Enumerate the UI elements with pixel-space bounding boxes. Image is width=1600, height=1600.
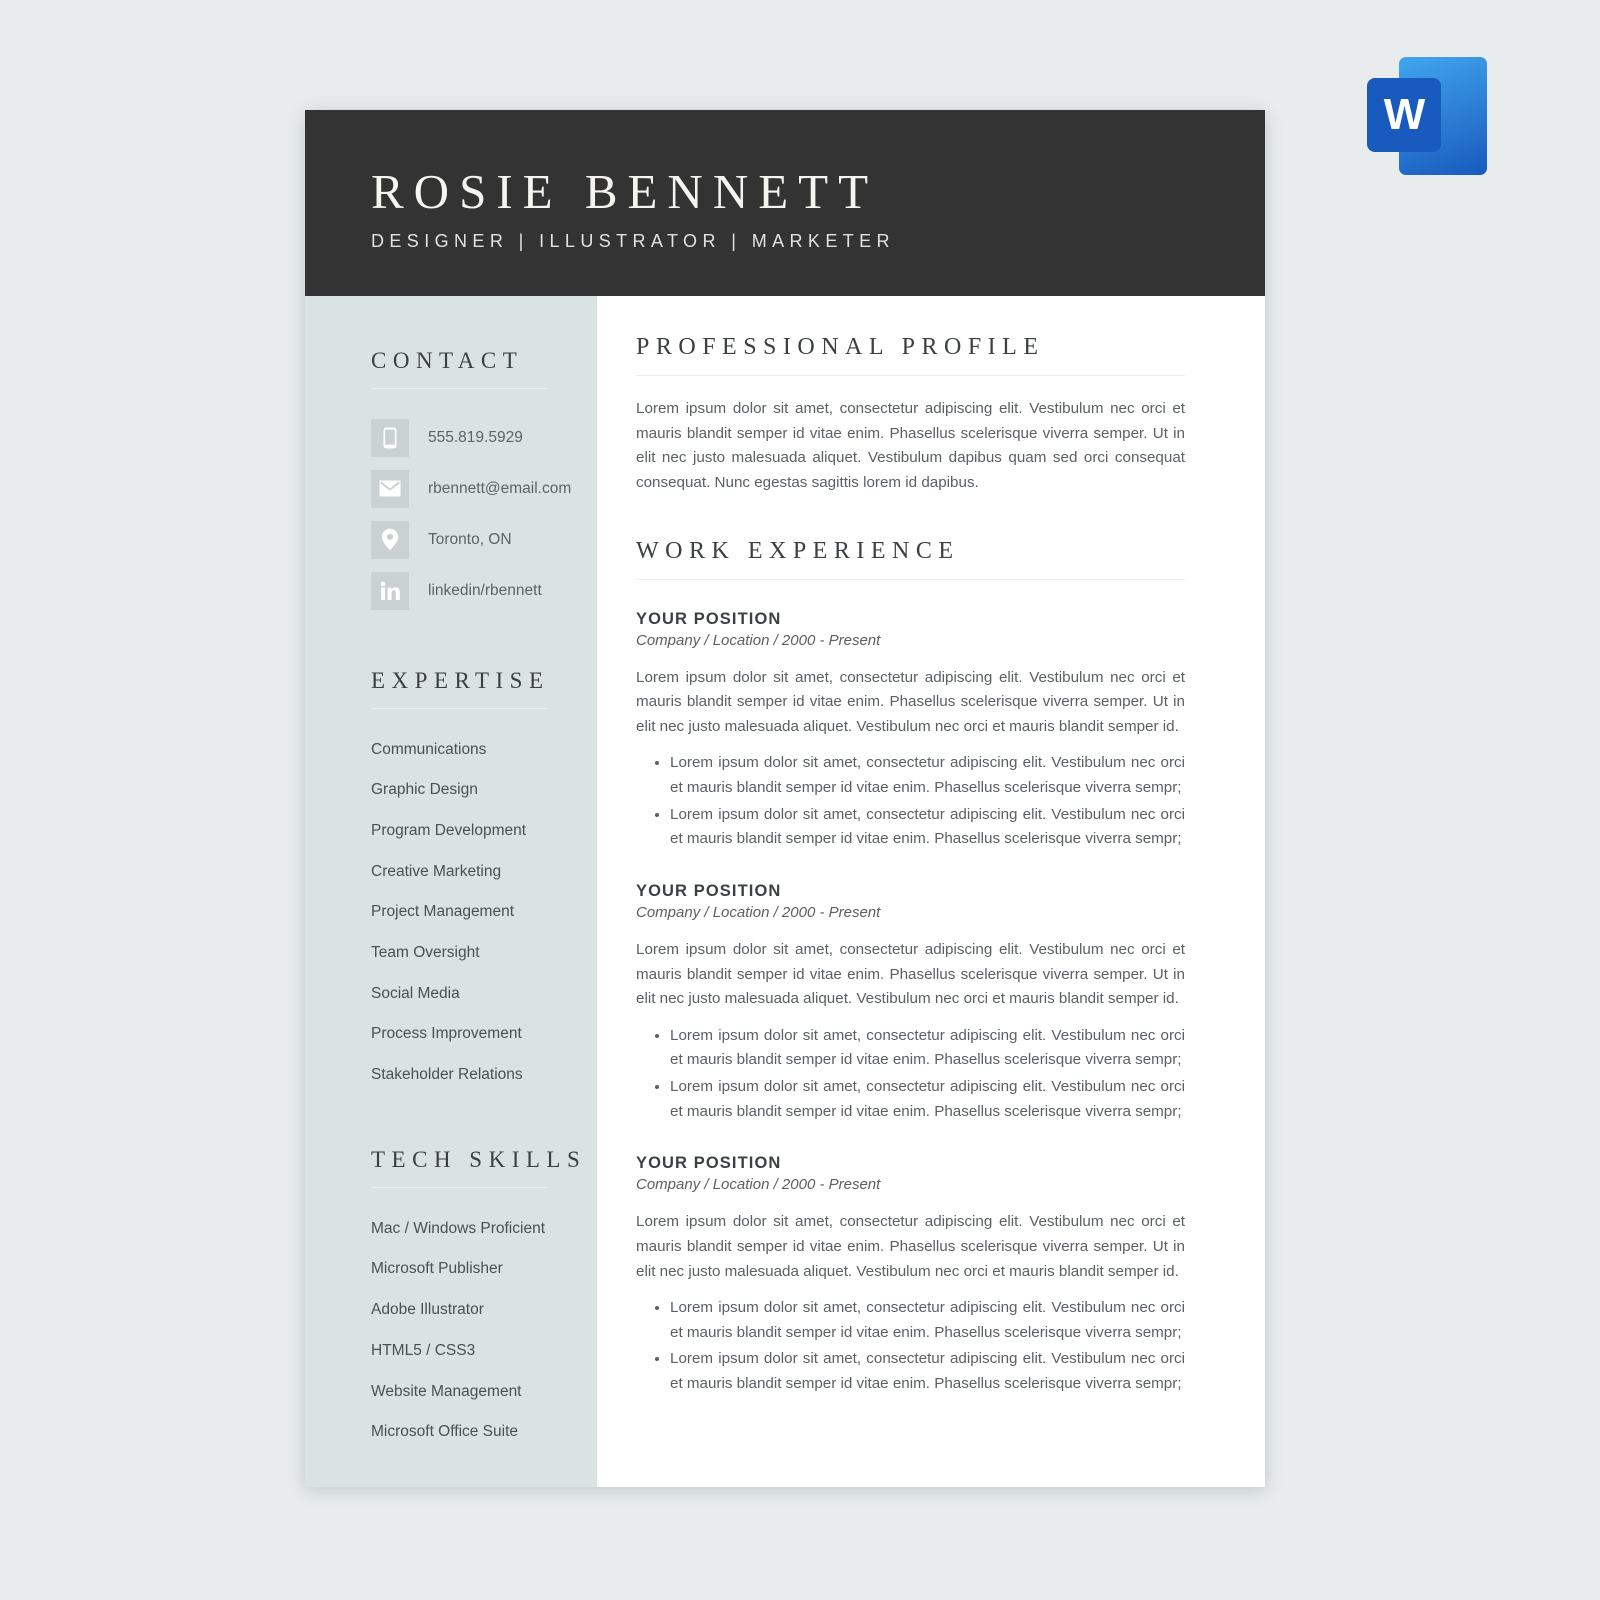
contact-value-linkedin: linkedin/rbennett [428, 581, 542, 599]
word-icon-front-tile: W [1367, 78, 1441, 152]
expertise-divider [371, 708, 547, 709]
list-item: Stakeholder Relations [371, 1066, 523, 1084]
list-item: Team Oversight [371, 944, 480, 962]
list-item: Process Improvement [371, 1025, 522, 1043]
expertise-section: EXPERTISE Communications Graphic Design … [371, 668, 597, 1095]
tech-skills-divider [371, 1187, 547, 1189]
work-experience-section: WORK EXPERIENCE YOUR POSITION Company / … [636, 538, 1185, 1397]
contact-section: CONTACT 555.819.5929 rbennett@email.com … [371, 348, 597, 616]
list-item: Adobe Illustrator [371, 1301, 484, 1319]
tech-skills-section: TECH SKILLS Mac / Windows Proficient Mic… [371, 1147, 597, 1452]
job-bullet: Lorem ipsum dolor sit amet, consectetur … [670, 1075, 1185, 1124]
list-item: Mac / Windows Proficient [371, 1219, 545, 1237]
job-body-text: Lorem ipsum dolor sit amet, consectetur … [636, 668, 1185, 735]
contact-item-email[interactable]: rbennett@email.com [371, 463, 597, 514]
list-item: HTML5 / CSS3 [371, 1341, 476, 1359]
job-bullet: Lorem ipsum dolor sit amet, consectetur … [670, 1024, 1185, 1073]
list-item: Microsoft Office Suite [371, 1423, 519, 1441]
job-title: YOUR POSITION [636, 1154, 782, 1173]
work-experience-heading: WORK EXPERIENCE [636, 537, 960, 564]
job-body-text: Lorem ipsum dolor sit amet, consectetur … [636, 1213, 1185, 1280]
list-item: Microsoft Publisher [371, 1260, 503, 1278]
contact-item-location[interactable]: Toronto, ON [371, 514, 597, 565]
word-icon-letter: W [1383, 90, 1426, 139]
contact-item-linkedin[interactable]: linkedin/rbennett [371, 565, 597, 616]
job-bullet-list: Lorem ipsum dolor sit amet, consectetur … [636, 751, 1185, 852]
resume-header: ROSIE BENNETT DESIGNER | ILLUSTRATOR | M… [305, 110, 1265, 296]
job-bullet: Lorem ipsum dolor sit amet, consectetur … [670, 751, 1185, 800]
resume-main-column: PROFESSIONAL PROFILE Lorem ipsum dolor s… [597, 296, 1265, 1487]
expertise-heading: EXPERTISE [371, 668, 550, 693]
job-title: YOUR POSITION [636, 609, 782, 628]
profile-divider [636, 375, 1185, 376]
candidate-name: ROSIE BENNETT [371, 164, 878, 219]
profile-heading: PROFESSIONAL PROFILE [636, 334, 1045, 360]
email-icon [371, 469, 409, 508]
contact-list: 555.819.5929 rbennett@email.com Toronto,… [371, 412, 597, 616]
contact-heading: CONTACT [371, 348, 524, 373]
contact-value-email: rbennett@email.com [428, 479, 572, 497]
resume-body: CONTACT 555.819.5929 rbennett@email.com … [305, 296, 1265, 1487]
linkedin-icon [371, 571, 409, 610]
job-meta: Company / Location / 2000 - Present [636, 903, 881, 921]
work-experience-divider [636, 578, 1185, 580]
candidate-tagline: DESIGNER | ILLUSTRATOR | MARKETER [371, 231, 895, 252]
list-item: Program Development [371, 821, 527, 839]
job-entry: YOUR POSITION Company / Location / 2000 … [636, 1154, 1185, 1396]
contact-value-location: Toronto, ON [428, 530, 512, 548]
professional-profile-section: PROFESSIONAL PROFILE Lorem ipsum dolor s… [636, 334, 1185, 496]
job-bullet-list: Lorem ipsum dolor sit amet, consectetur … [636, 1024, 1185, 1125]
tech-skills-list: Mac / Windows Proficient Microsoft Publi… [371, 1208, 597, 1452]
job-entry: YOUR POSITION Company / Location / 2000 … [636, 882, 1185, 1124]
job-meta: Company / Location / 2000 - Present [636, 1176, 881, 1194]
list-item: Website Management [371, 1382, 522, 1400]
list-item: Graphic Design [371, 781, 478, 799]
job-bullet: Lorem ipsum dolor sit amet, consectetur … [670, 1347, 1185, 1396]
resume-document-page: ROSIE BENNETT DESIGNER | ILLUSTRATOR | M… [305, 110, 1265, 1487]
tech-skills-heading: TECH SKILLS [371, 1147, 587, 1173]
job-title: YOUR POSITION [636, 881, 782, 900]
profile-body-text: Lorem ipsum dolor sit amet, consectetur … [636, 400, 1185, 491]
job-bullet: Lorem ipsum dolor sit amet, consectetur … [670, 1296, 1185, 1345]
list-item: Social Media [371, 984, 460, 1002]
list-item: Creative Marketing [371, 862, 502, 880]
expertise-list: Communications Graphic Design Program De… [371, 729, 597, 1095]
job-bullet: Lorem ipsum dolor sit amet, consectetur … [670, 803, 1185, 852]
contact-divider [371, 388, 547, 389]
list-item: Communications [371, 740, 487, 758]
word-app-icon[interactable]: W [1367, 55, 1487, 175]
contact-item-phone[interactable]: 555.819.5929 [371, 412, 597, 463]
contact-value-phone: 555.819.5929 [428, 428, 523, 446]
job-bullet-list: Lorem ipsum dolor sit amet, consectetur … [636, 1296, 1185, 1397]
phone-icon [371, 418, 409, 457]
job-meta: Company / Location / 2000 - Present [636, 631, 881, 649]
location-pin-icon [371, 520, 409, 559]
job-entry: YOUR POSITION Company / Location / 2000 … [636, 610, 1185, 852]
resume-sidebar: CONTACT 555.819.5929 rbennett@email.com … [305, 296, 597, 1487]
list-item: Project Management [371, 903, 515, 921]
job-body-text: Lorem ipsum dolor sit amet, consectetur … [636, 940, 1185, 1008]
